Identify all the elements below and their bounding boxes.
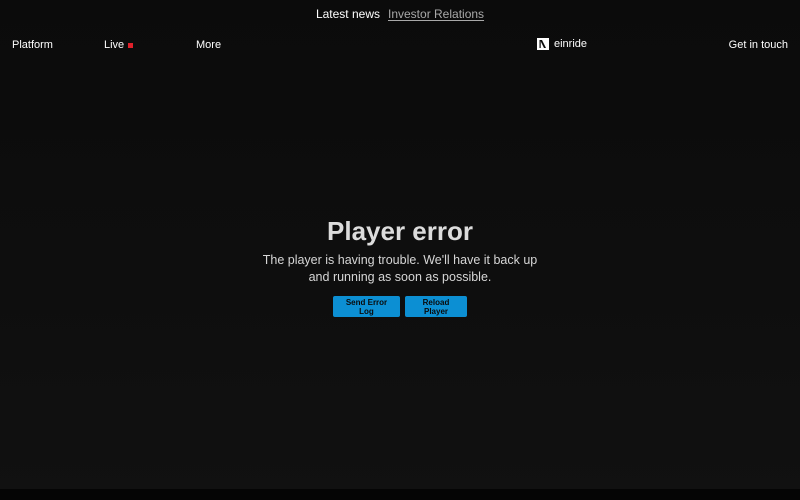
- nav-item-live-label: Live: [104, 39, 125, 51]
- error-actions: Send Error Log Reload Player: [200, 296, 600, 317]
- main-nav: Platform Live More einride Get in touch: [0, 28, 800, 64]
- error-title: Player error: [327, 216, 473, 246]
- get-in-touch-link[interactable]: Get in touch: [729, 39, 788, 51]
- reload-player-button[interactable]: Reload Player: [405, 296, 467, 317]
- brand-logo[interactable]: einride: [537, 38, 587, 50]
- brand-name: einride: [554, 38, 588, 50]
- video-player-page: Latest news Investor Relations Platform …: [0, 0, 800, 500]
- einride-logo-icon: [537, 38, 549, 50]
- investor-relations-link[interactable]: Investor Relations: [388, 7, 484, 21]
- announcement-bar: Latest news Investor Relations: [0, 0, 800, 28]
- bottom-edge: [0, 489, 800, 500]
- announcement-label: Latest news: [315, 7, 380, 21]
- live-indicator-icon: [128, 43, 134, 48]
- nav-item-more[interactable]: More: [196, 39, 221, 51]
- send-error-log-button[interactable]: Send Error Log: [333, 296, 400, 317]
- error-message: The player is having trouble. We'll have…: [262, 253, 538, 284]
- player-error-panel: Player error The player is having troubl…: [200, 214, 600, 317]
- nav-item-platform[interactable]: Platform: [12, 39, 53, 51]
- nav-item-live[interactable]: Live: [104, 39, 134, 51]
